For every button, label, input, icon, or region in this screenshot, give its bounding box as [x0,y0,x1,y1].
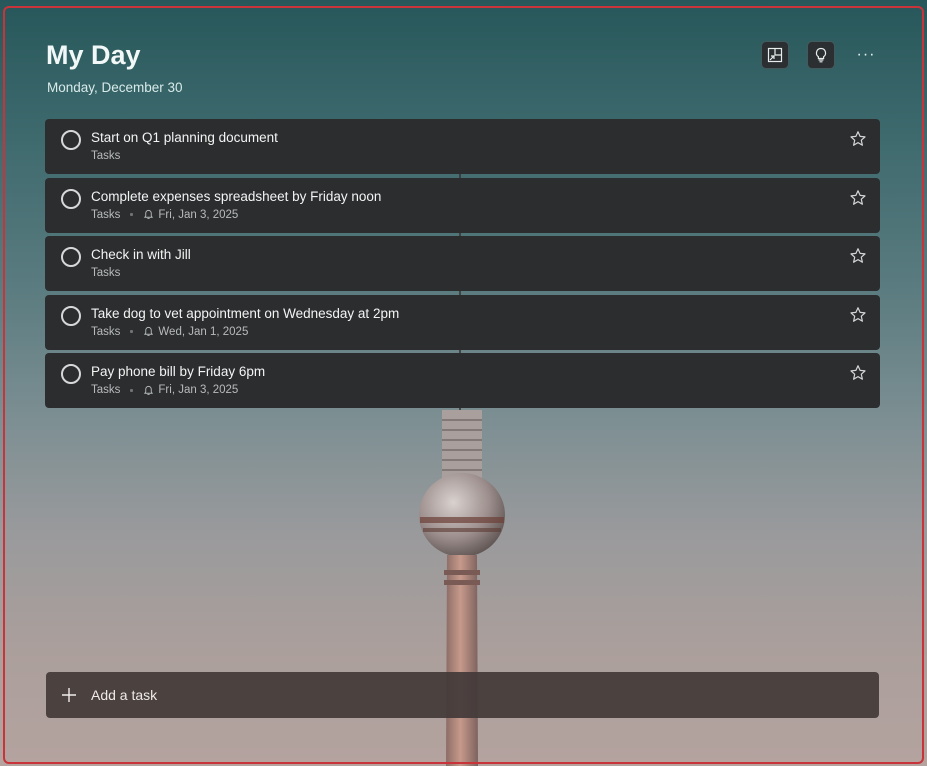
task-meta: Tasks Wed, Jan 1, 2025 [91,326,248,338]
page-title: My Day [46,40,141,70]
task-meta: Tasks [91,150,120,162]
task-item[interactable]: Pay phone bill by Friday 6pm Tasks Fri, … [45,353,880,408]
task-title: Start on Q1 planning document [91,130,278,145]
task-item[interactable]: Take dog to vet appointment on Wednesday… [45,294,880,350]
complete-task-checkbox[interactable] [61,305,81,326]
task-meta: Tasks Fri, Jan 3, 2025 [91,384,238,396]
image-resize-icon [767,47,783,63]
bell-icon [144,385,154,395]
task-list-name: Tasks [91,150,121,162]
complete-task-checkbox[interactable] [61,130,81,150]
star-icon[interactable] [849,364,867,382]
task-meta: Tasks Fri, Jan 3, 2025 [91,209,238,221]
task-item[interactable]: Check in with Jill Tasks [45,236,880,291]
star-icon[interactable] [849,306,867,324]
lightbulb-icon [815,47,827,63]
task-reminder-date: Wed, Jan 1, 2025 [158,325,249,338]
suggestions-button[interactable] [807,41,835,69]
task-list-name: Tasks [91,384,121,396]
task-title: Pay phone bill by Friday 6pm [91,364,266,379]
task-item[interactable]: Start on Q1 planning document Tasks [45,119,880,174]
my-day-window: My Day Monday, December 30 ··· Start on … [0,0,927,766]
add-task-input[interactable]: Add a task [46,672,879,718]
task-title: Complete expenses spreadsheet by Friday … [91,188,382,204]
star-icon[interactable] [849,247,867,265]
complete-task-checkbox[interactable] [61,188,81,209]
add-task-placeholder: Add a task [91,687,158,703]
bell-icon [144,209,154,219]
complete-task-checkbox[interactable] [61,247,81,267]
more-icon: ··· [856,46,876,63]
separator-dot [130,388,134,392]
task-list-name: Tasks [91,208,121,221]
task-list-name: Tasks [91,267,121,279]
star-icon[interactable] [849,130,867,148]
task-title: Take dog to vet appointment on Wednesday… [91,305,400,321]
more-options-button[interactable]: ··· [852,41,880,69]
star-icon[interactable] [849,189,867,207]
task-list-name: Tasks [91,325,121,338]
task-meta: Tasks [91,267,120,279]
bell-icon [144,326,154,336]
plus-icon [62,688,76,702]
task-list: Start on Q1 planning document Tasks Comp… [45,119,880,412]
task-title: Check in with Jill [91,247,191,262]
separator-dot [130,213,134,216]
page-date: Monday, December 30 [47,80,183,95]
task-reminder-date: Fri, Jan 3, 2025 [158,384,239,396]
complete-task-checkbox[interactable] [61,364,81,384]
background-image-button[interactable] [761,41,789,69]
separator-dot [130,330,134,333]
task-reminder-date: Fri, Jan 3, 2025 [158,208,239,221]
task-item[interactable]: Complete expenses spreadsheet by Friday … [45,177,880,233]
